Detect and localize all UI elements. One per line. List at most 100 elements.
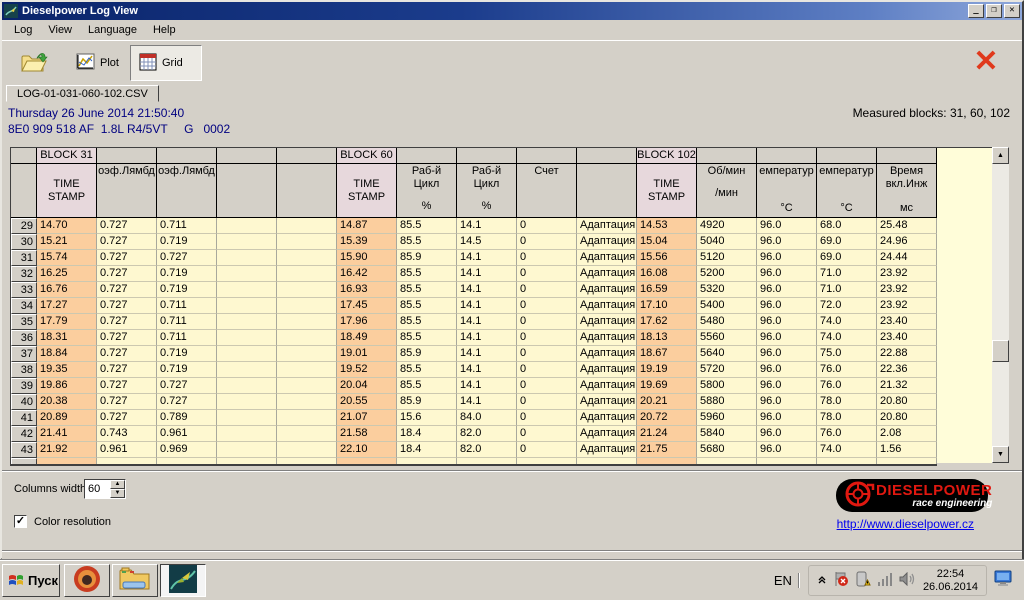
grid-cell[interactable]: 20.21 [637, 394, 697, 410]
network-signal-icon[interactable] [877, 572, 893, 589]
grid-cell[interactable]: 22.10 [337, 442, 397, 458]
grid-cell[interactable]: 0.727 [97, 314, 157, 330]
grid-cell[interactable]: 0.727 [97, 346, 157, 362]
grid-cell[interactable]: 96.0 [757, 410, 817, 426]
grid-cell[interactable]: 96.0 [757, 394, 817, 410]
grid-cell[interactable]: 96.0 [757, 218, 817, 234]
grid-cell[interactable]: Адаптация [577, 266, 637, 282]
grid-cell[interactable]: 85.9 [397, 394, 457, 410]
grid-cell[interactable]: 16.25 [37, 266, 97, 282]
grid-cell[interactable]: 85.5 [397, 266, 457, 282]
grid-cell[interactable]: 0.727 [157, 394, 217, 410]
grid-cell[interactable]: 0 [517, 330, 577, 346]
grid-cell[interactable]: 5040 [697, 234, 757, 250]
grid-cell[interactable]: 0.711 [157, 298, 217, 314]
grid-cell[interactable] [217, 218, 277, 234]
menu-help[interactable]: Help [145, 22, 184, 38]
grid-cell[interactable]: 96.0 [757, 314, 817, 330]
grid-cell[interactable]: 2.08 [877, 426, 937, 442]
grid-cell[interactable]: 75.0 [817, 346, 877, 362]
grid-cell[interactable]: 21.92 [37, 442, 97, 458]
row-number-button[interactable]: 40 [11, 394, 37, 410]
grid-cell[interactable]: 15.74 [37, 250, 97, 266]
grid-cell[interactable]: 15.04 [637, 234, 697, 250]
grid-cell[interactable]: 4920 [697, 218, 757, 234]
grid-cell[interactable]: 96.0 [757, 298, 817, 314]
show-desktop-icon[interactable] [994, 570, 1014, 591]
grid-cell[interactable] [277, 442, 337, 458]
row-number-button[interactable]: 39 [11, 378, 37, 394]
grid-cell[interactable] [217, 346, 277, 362]
row-number-button[interactable]: 31 [11, 250, 37, 266]
grid-cell[interactable]: 71.0 [817, 266, 877, 282]
grid-cell[interactable]: 17.79 [37, 314, 97, 330]
grid-cell[interactable]: 0 [517, 314, 577, 330]
grid-cell[interactable]: 20.80 [877, 394, 937, 410]
grid-cell[interactable]: 20.89 [37, 410, 97, 426]
grid-cell[interactable]: 0.961 [97, 442, 157, 458]
grid-cell[interactable]: 5680 [697, 442, 757, 458]
row-number-button[interactable]: 33 [11, 282, 37, 298]
grid-cell[interactable] [277, 234, 337, 250]
grid-cell[interactable]: 20.72 [637, 410, 697, 426]
grid-cell[interactable]: 0 [517, 282, 577, 298]
grid-cell[interactable]: 0.719 [157, 362, 217, 378]
grid-cell[interactable]: 21.58 [337, 426, 397, 442]
grid-cell[interactable] [277, 330, 337, 346]
grid-cell[interactable]: 5800 [697, 378, 757, 394]
grid-cell[interactable]: 76.0 [817, 378, 877, 394]
grid-cell[interactable]: 21.41 [37, 426, 97, 442]
grid-cell[interactable]: 96.0 [757, 346, 817, 362]
grid-cell[interactable]: 96.0 [757, 234, 817, 250]
grid-cell[interactable]: 0.727 [97, 394, 157, 410]
grid-cell[interactable]: 0.727 [97, 282, 157, 298]
grid-cell[interactable]: 5120 [697, 250, 757, 266]
grid-cell[interactable]: 14.70 [37, 218, 97, 234]
grid-cell[interactable] [217, 442, 277, 458]
grid-cell[interactable]: 78.0 [817, 394, 877, 410]
dieselpower-link[interactable]: http://www.dieselpower.cz [837, 517, 974, 531]
chevron-up-icon[interactable] [817, 574, 827, 587]
grid-cell[interactable]: 1.56 [877, 442, 937, 458]
grid-cell[interactable]: 0.727 [97, 378, 157, 394]
grid-cell[interactable]: 20.04 [337, 378, 397, 394]
grid-cell[interactable]: 69.0 [817, 234, 877, 250]
grid-cell[interactable]: 18.49 [337, 330, 397, 346]
grid-cell[interactable]: 24.44 [877, 250, 937, 266]
grid-cell[interactable] [277, 394, 337, 410]
grid-cell[interactable]: 20.38 [37, 394, 97, 410]
browser-taskbar-button[interactable] [64, 564, 110, 597]
spinner-down-button[interactable]: ▼ [110, 489, 125, 498]
grid-cell[interactable]: 14.1 [457, 298, 517, 314]
device-warning-icon[interactable] [855, 571, 871, 590]
grid-cell[interactable]: 16.08 [637, 266, 697, 282]
grid-cell[interactable]: 17.45 [337, 298, 397, 314]
row-number-button[interactable]: 30 [11, 234, 37, 250]
grid-cell[interactable]: 0.969 [157, 442, 217, 458]
scroll-down-button[interactable]: ▼ [992, 446, 1009, 463]
grid-cell[interactable]: 96.0 [757, 250, 817, 266]
menu-view[interactable]: View [40, 22, 80, 38]
grid-cell[interactable]: 0.743 [97, 426, 157, 442]
row-number-button[interactable]: 41 [11, 410, 37, 426]
grid-cell[interactable]: 0 [517, 394, 577, 410]
grid-cell[interactable]: 0.727 [97, 234, 157, 250]
grid-cell[interactable]: 0.719 [157, 234, 217, 250]
grid-cell[interactable] [217, 282, 277, 298]
grid-cell[interactable]: 82.0 [457, 442, 517, 458]
grid-cell[interactable]: 0 [517, 426, 577, 442]
grid-cell[interactable]: 0.719 [157, 266, 217, 282]
grid-cell[interactable]: 16.42 [337, 266, 397, 282]
grid-cell[interactable]: Адаптация [577, 426, 637, 442]
grid-cell[interactable]: 20.55 [337, 394, 397, 410]
grid-cell[interactable]: 76.0 [817, 362, 877, 378]
grid-cell[interactable] [217, 234, 277, 250]
grid-cell[interactable]: 72.0 [817, 298, 877, 314]
grid-cell[interactable]: 15.39 [337, 234, 397, 250]
grid-cell[interactable]: 0 [517, 362, 577, 378]
grid-cell[interactable] [277, 298, 337, 314]
grid-cell[interactable]: 5480 [697, 314, 757, 330]
grid-cell[interactable]: 0.789 [157, 410, 217, 426]
grid-cell[interactable]: 0.727 [97, 250, 157, 266]
plot-button[interactable]: Plot [66, 45, 128, 81]
